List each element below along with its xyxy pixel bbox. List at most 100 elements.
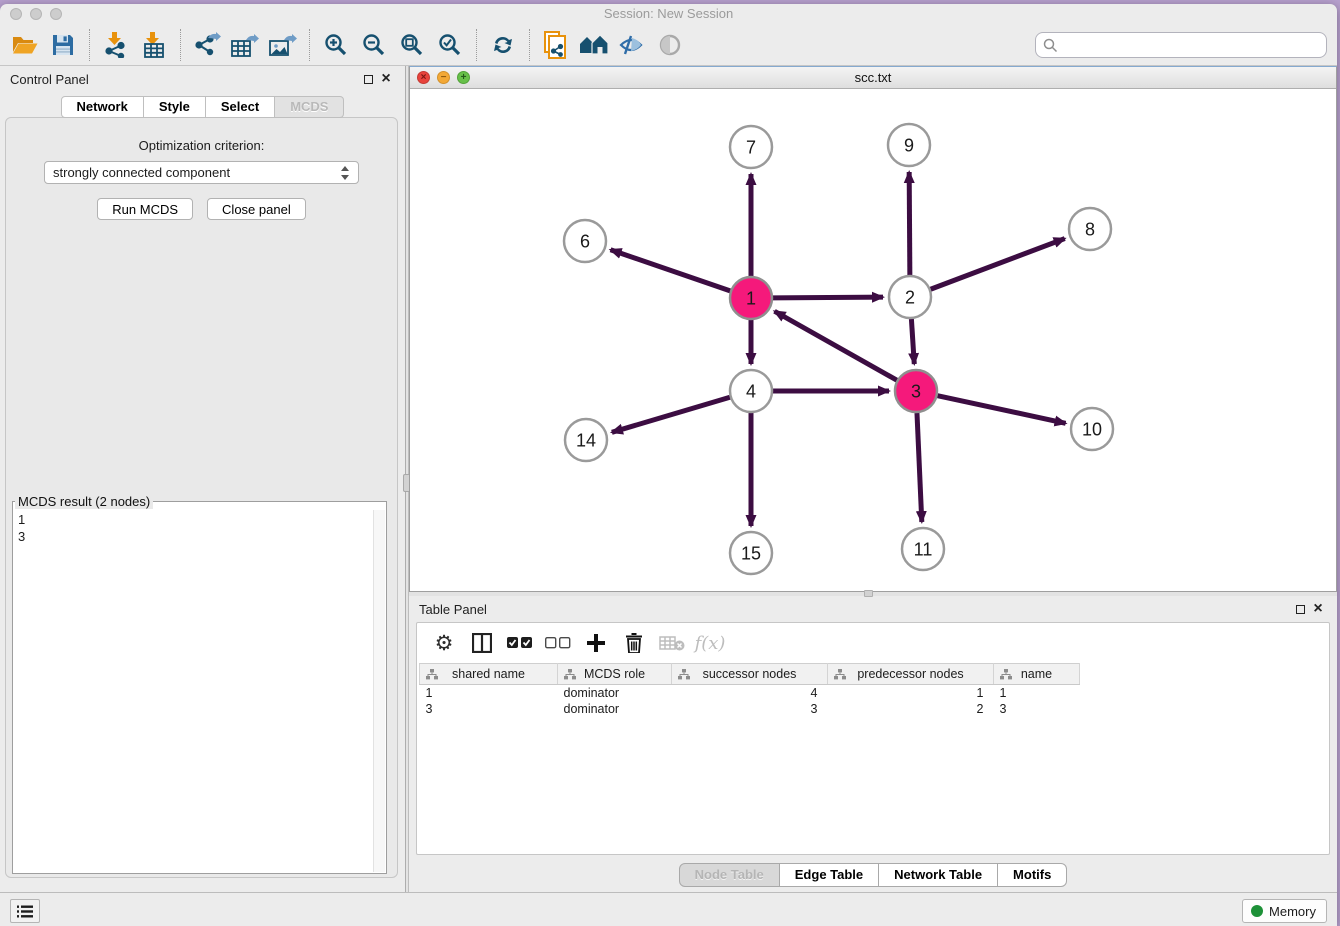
graph-node-10[interactable]: 10 — [1071, 408, 1113, 450]
column-header-predecessor-nodes[interactable]: predecessor nodes — [828, 664, 994, 685]
tab-style[interactable]: Style — [144, 96, 206, 118]
tab-mcds[interactable]: MCDS — [275, 96, 344, 118]
network-graph[interactable]: 7 9 6 8 1 2 4 3 14 10 15 11 — [410, 89, 1336, 591]
svg-text:3: 3 — [911, 381, 921, 401]
graph-edge-3-1[interactable] — [775, 311, 897, 380]
table-row[interactable]: 3dominator323 — [420, 701, 1080, 717]
zoom-in-icon[interactable] — [317, 27, 355, 63]
graph-edge-4-14[interactable] — [612, 397, 730, 432]
graph-node-8[interactable]: 8 — [1069, 208, 1111, 250]
zoom-selected-icon[interactable] — [431, 27, 469, 63]
birds-eye-view-icon[interactable] — [651, 27, 689, 63]
graph-edge-2-3[interactable] — [911, 319, 914, 364]
delete-column-icon[interactable] — [615, 627, 653, 659]
graph-node-9[interactable]: 9 — [888, 124, 930, 166]
network-close-icon[interactable]: × — [417, 71, 430, 84]
open-session-icon[interactable] — [6, 27, 44, 63]
network-minimize-icon[interactable]: − — [437, 71, 450, 84]
column-header-name[interactable]: name — [994, 664, 1080, 685]
search-field[interactable] — [1035, 32, 1327, 58]
table-cell[interactable]: 1 — [420, 685, 558, 701]
table-cell[interactable]: 3 — [672, 701, 828, 717]
tab-network[interactable]: Network — [61, 96, 144, 118]
tab-node-table[interactable]: Node Table — [679, 863, 780, 887]
float-panel-icon[interactable] — [359, 72, 377, 87]
close-panel-button[interactable]: Close panel — [207, 198, 306, 220]
graph-edge-3-11[interactable] — [917, 413, 922, 522]
table-box: ⚙ f(x) — [416, 622, 1330, 855]
window-close-button[interactable] — [10, 8, 22, 20]
graph-node-1[interactable]: 1 — [730, 277, 772, 319]
column-header-successor-nodes[interactable]: successor nodes — [672, 664, 828, 685]
graph-edge-1-2[interactable] — [773, 297, 883, 298]
result-scrollbar[interactable] — [373, 510, 385, 872]
graph-node-11[interactable]: 11 — [902, 528, 944, 570]
mcds-result-text[interactable]: 1 3 — [14, 510, 373, 872]
window-minimize-button[interactable] — [30, 8, 42, 20]
network-titlebar[interactable]: × − + scc.txt — [410, 67, 1336, 89]
network-maximize-icon[interactable]: + — [457, 71, 470, 84]
criterion-dropdown[interactable]: strongly connected component — [44, 161, 359, 184]
table-cell[interactable]: 3 — [420, 701, 558, 717]
memory-label: Memory — [1269, 904, 1316, 919]
column-header-MCDS-role[interactable]: MCDS role — [558, 664, 672, 685]
graph-edge-2-9[interactable] — [909, 172, 910, 275]
export-table-icon[interactable] — [226, 27, 264, 63]
graph-node-15[interactable]: 15 — [730, 532, 772, 574]
table-cell[interactable]: dominator — [558, 685, 672, 701]
table-row[interactable]: 1dominator411 — [420, 685, 1080, 701]
apply-layout-icon[interactable] — [484, 27, 522, 63]
toolbar-separator — [89, 29, 90, 61]
float-table-panel-icon[interactable] — [1291, 602, 1309, 617]
table-cell[interactable]: 4 — [672, 685, 828, 701]
table-cell[interactable]: 1 — [828, 685, 994, 701]
graph-edge-1-6[interactable] — [611, 250, 731, 291]
select-all-columns-icon[interactable] — [501, 627, 539, 659]
table-cell[interactable]: dominator — [558, 701, 672, 717]
table-cell[interactable]: 3 — [994, 701, 1080, 717]
zoom-fit-icon[interactable] — [393, 27, 431, 63]
export-network-icon[interactable] — [188, 27, 226, 63]
window-zoom-button[interactable] — [50, 8, 62, 20]
run-mcds-button[interactable]: Run MCDS — [97, 198, 193, 220]
duplicate-network-icon[interactable] — [537, 27, 575, 63]
graph-node-2[interactable]: 2 — [889, 276, 931, 318]
main-toolbar — [0, 24, 1337, 66]
search-input[interactable] — [1058, 38, 1319, 53]
zoom-out-icon[interactable] — [355, 27, 393, 63]
graph-edge-3-10[interactable] — [938, 396, 1066, 424]
table-panel: Table Panel × ⚙ — [409, 596, 1337, 891]
tab-network-table[interactable]: Network Table — [879, 863, 998, 887]
tab-select[interactable]: Select — [206, 96, 275, 118]
import-table-icon[interactable] — [135, 27, 173, 63]
show-column-panel-icon[interactable] — [463, 627, 501, 659]
toolbar-separator — [309, 29, 310, 61]
node-table-header-row: shared nameMCDS rolesuccessor nodesprede… — [420, 664, 1080, 685]
hide-graphics-details-icon[interactable] — [613, 27, 651, 63]
graph-node-4[interactable]: 4 — [730, 370, 772, 412]
close-table-panel-icon[interactable]: × — [1309, 602, 1327, 616]
node-table: shared nameMCDS rolesuccessor nodesprede… — [419, 663, 1080, 717]
graph-node-6[interactable]: 6 — [564, 220, 606, 262]
import-network-icon[interactable] — [97, 27, 135, 63]
memory-button[interactable]: Memory — [1242, 899, 1327, 923]
save-session-icon[interactable] — [44, 27, 82, 63]
unselect-all-columns-icon[interactable] — [539, 627, 577, 659]
graph-edge-2-8[interactable] — [931, 239, 1065, 290]
graph-node-7[interactable]: 7 — [730, 126, 772, 168]
tab-edge-table[interactable]: Edge Table — [780, 863, 879, 887]
close-panel-icon[interactable]: × — [377, 72, 395, 86]
graph-node-3[interactable]: 3 — [895, 370, 937, 412]
home-icon[interactable] — [575, 27, 613, 63]
list-icon — [17, 905, 33, 918]
column-header-shared-name[interactable]: shared name — [420, 664, 558, 685]
criterion-value: strongly connected component — [53, 165, 340, 180]
task-history-button[interactable] — [10, 899, 40, 923]
table-cell[interactable]: 1 — [994, 685, 1080, 701]
table-cell[interactable]: 2 — [828, 701, 994, 717]
create-column-icon[interactable] — [577, 627, 615, 659]
tab-motifs[interactable]: Motifs — [998, 863, 1067, 887]
table-settings-gear-icon[interactable]: ⚙ — [425, 627, 463, 659]
export-image-icon[interactable] — [264, 27, 302, 63]
graph-node-14[interactable]: 14 — [565, 419, 607, 461]
